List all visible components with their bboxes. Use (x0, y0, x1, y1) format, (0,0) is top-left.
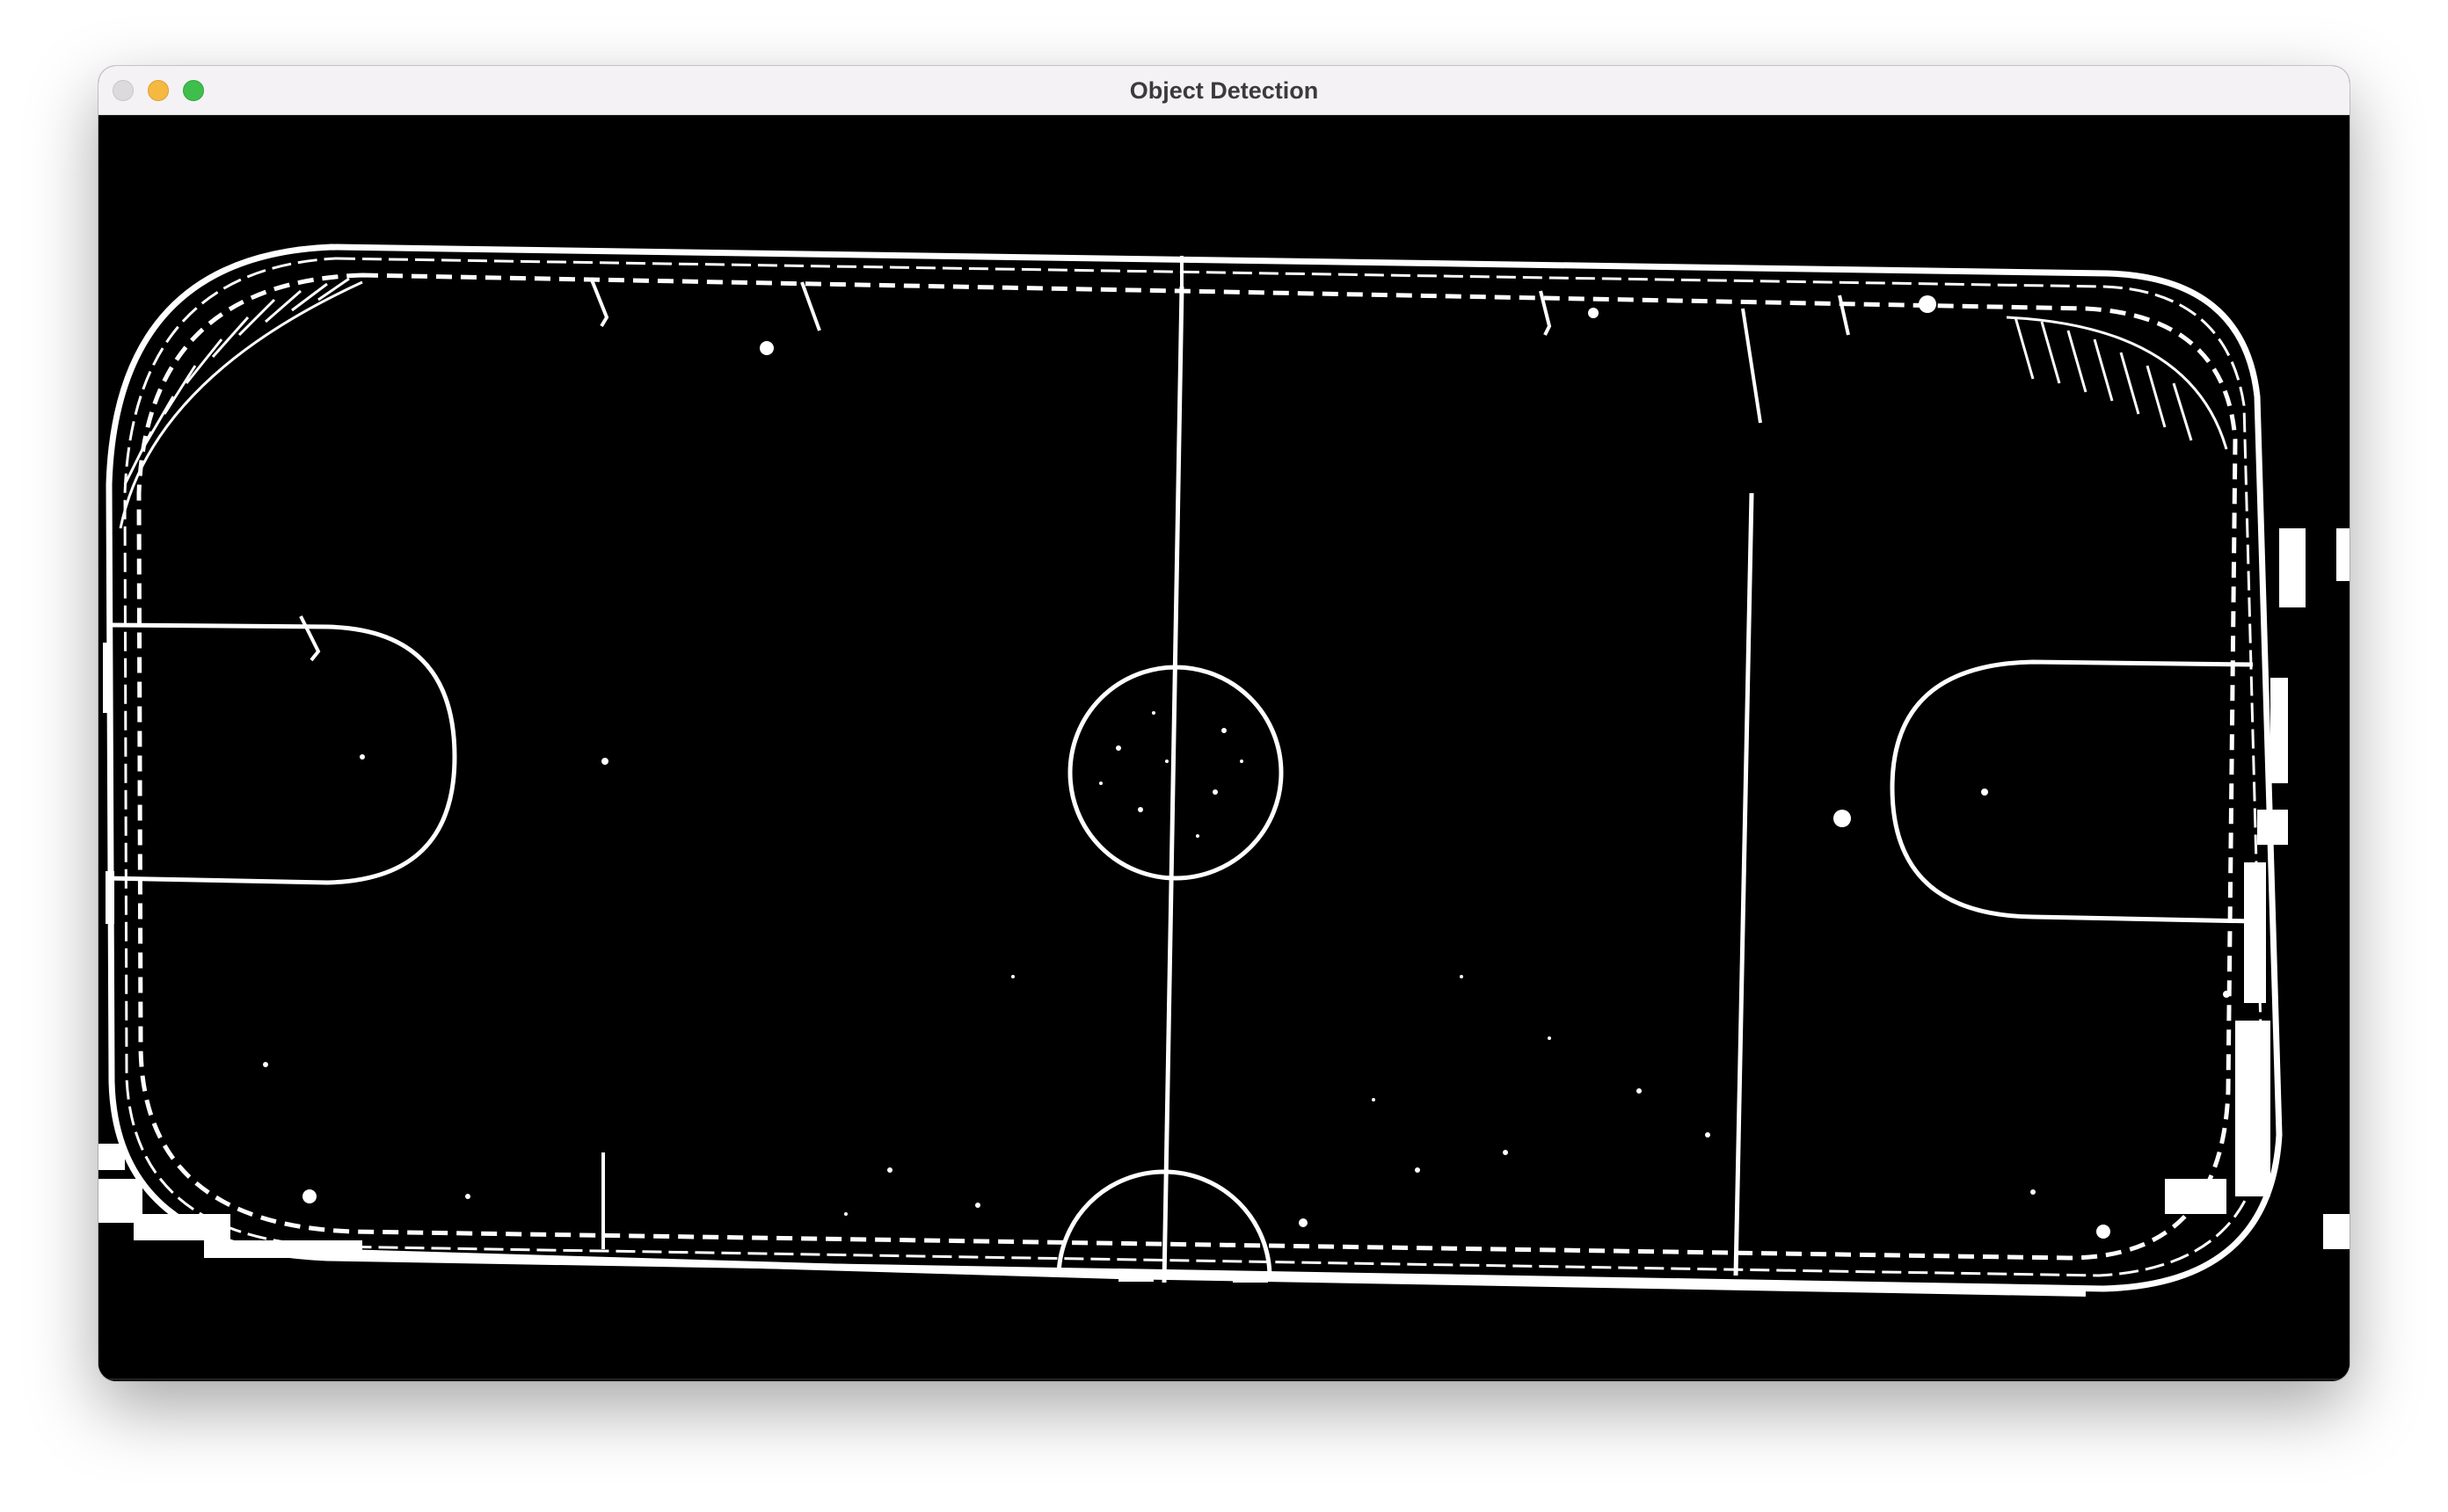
app-window: Object Detection (98, 66, 2350, 1381)
rink-image (98, 115, 2350, 1381)
title-bar[interactable]: Object Detection (98, 66, 2350, 115)
image-canvas (98, 115, 2350, 1381)
window-title: Object Detection (1129, 77, 1319, 104)
